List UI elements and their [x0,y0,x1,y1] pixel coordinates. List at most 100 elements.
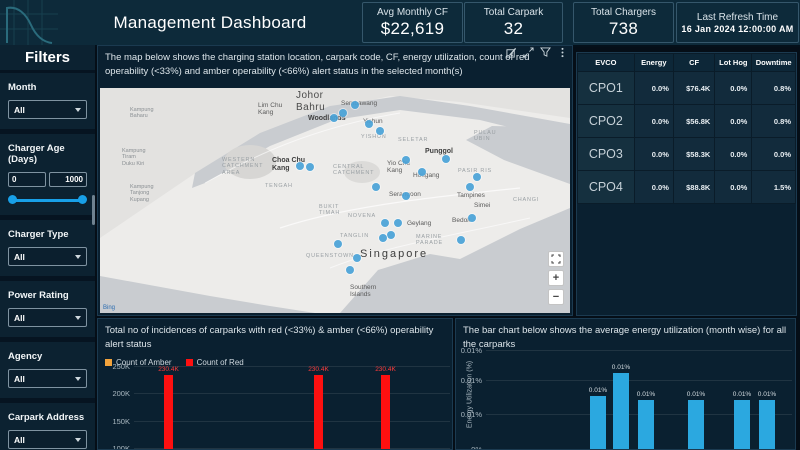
style-icon[interactable] [506,47,517,58]
charging-station-point[interactable] [379,234,387,242]
chart-bar[interactable] [638,400,654,449]
table-row[interactable]: CPO20.0%$56.8K0.0%0.8% [578,105,796,138]
charging-station-point[interactable] [353,254,361,262]
map-zoom-controls: + − [548,251,564,305]
charging-station-point[interactable] [387,231,395,239]
filter-icon[interactable] [540,47,551,58]
chart-bar[interactable] [590,396,606,449]
carpark-address-dropdown[interactable]: All [8,430,87,449]
map-fit-button[interactable] [548,251,564,267]
evco-table-panel: EVCO Energy CF Lot Hog Downtime CPO10.0%… [576,52,797,316]
charging-station-point[interactable] [473,173,481,181]
power-rating-dropdown[interactable]: All [8,308,87,327]
value-cell: $88.8K [673,171,714,204]
dropdown-value: All [14,252,25,262]
y-axis-tick: 0.01% [455,346,482,355]
map-description: The map below shows the charging station… [98,46,572,79]
charging-station-point[interactable] [418,168,426,176]
charging-station-point[interactable] [402,156,410,164]
charging-station-point[interactable] [394,219,402,227]
charging-station-point[interactable] [442,155,450,163]
value-cell: 0.0% [715,72,752,105]
range-min-input[interactable]: 0 [8,172,46,187]
chevron-down-icon [75,108,81,112]
charger-age-slider[interactable] [10,195,85,205]
charging-station-point[interactable] [457,236,465,244]
filter-charger-age: Charger Age (Days) 0 1000 [0,134,95,215]
filter-label: Charger Type [8,229,87,240]
chart-bar[interactable] [381,375,390,450]
value-cell: 0.0% [634,105,673,138]
agency-dropdown[interactable]: All [8,369,87,388]
bar-data-label: 0.01% [589,387,607,394]
charging-station-point[interactable] [346,266,354,274]
map-zoom-in-button[interactable]: + [548,270,564,286]
slider-handle-min[interactable] [8,195,17,204]
col-header-lot-hog[interactable]: Lot Hog [715,54,752,72]
value-cell: 0.0% [634,138,673,171]
month-dropdown[interactable]: All [8,100,87,119]
y-axis-tick: 100K [102,444,130,450]
focus-mode-icon[interactable] [523,47,534,58]
col-header-energy[interactable]: Energy [634,54,673,72]
map-zoom-out-button[interactable]: − [548,289,564,305]
table-row[interactable]: CPO30.0%$58.3K0.0%0.0% [578,138,796,171]
filter-label: Power Rating [8,290,87,301]
dropdown-value: All [14,313,25,323]
evco-cell: CPO3 [578,138,635,171]
charging-station-point[interactable] [402,192,410,200]
singapore-map[interactable]: Johor BahruKampung BaharuLim Chu KangWoo… [100,88,570,313]
gridline [134,393,450,394]
charging-station-point[interactable] [365,120,373,128]
stat-value: 16 Jan 2024 12:00:00 AM [681,24,793,34]
chart-bar[interactable] [688,400,704,449]
value-cell: 0.0% [715,171,752,204]
line-chart-logo-icon [0,0,58,45]
energy-chart-panel: The bar chart below shows the average en… [455,318,796,450]
charging-station-point[interactable] [296,162,304,170]
slider-track [10,199,85,202]
table-header-row: EVCO Energy CF Lot Hog Downtime [578,54,796,72]
charging-station-point[interactable] [381,219,389,227]
charging-station-point[interactable] [376,127,384,135]
table-row[interactable]: CPO40.0%$88.8K0.0%1.5% [578,171,796,204]
more-options-icon[interactable] [557,47,568,58]
chevron-down-icon [75,316,81,320]
charging-station-point[interactable] [339,109,347,117]
table-row[interactable]: CPO10.0%$76.4K0.0%0.8% [578,72,796,105]
filter-charger-type: Charger Type All [0,220,95,276]
charging-station-point[interactable] [372,183,380,191]
slider-handle-max[interactable] [78,195,87,204]
map-panel: The map below shows the charging station… [97,45,573,316]
stat-label: Avg Monthly CF [377,7,448,18]
filter-label: Month [8,82,87,93]
col-header-cf[interactable]: CF [673,54,714,72]
chevron-down-icon [75,255,81,259]
chart-bar[interactable] [164,375,173,450]
sidebar-scrollbar[interactable] [92,195,95,225]
charging-station-point[interactable] [334,240,342,248]
charger-type-dropdown[interactable]: All [8,247,87,266]
dropdown-value: All [14,105,25,115]
chart-bar[interactable] [734,400,750,449]
chart-bar[interactable] [613,373,629,449]
chart-bar[interactable] [314,375,323,450]
range-max-input[interactable]: 1000 [49,172,87,187]
col-header-evco[interactable]: EVCO [578,54,635,72]
bar-data-label: 230.4K [375,366,396,373]
filter-label: Charger Age (Days) [8,143,87,165]
chart-bar[interactable] [759,400,775,449]
value-cell: 0.0% [634,171,673,204]
value-cell: 0.8% [752,72,796,105]
charging-station-point[interactable] [466,183,474,191]
charging-station-point[interactable] [330,114,338,122]
col-header-downtime[interactable]: Downtime [752,54,796,72]
charging-station-point[interactable] [306,163,314,171]
y-axis-tick: 0% [455,445,482,450]
evco-cell: CPO2 [578,105,635,138]
bar-data-label: 230.4K [308,366,329,373]
page-title: Management Dashboard [70,0,350,45]
charging-station-point[interactable] [468,214,476,222]
charging-station-point[interactable] [351,101,359,109]
chart-red-layer: 250K200K150K100K230.4K230.4K230.4K [98,319,452,449]
